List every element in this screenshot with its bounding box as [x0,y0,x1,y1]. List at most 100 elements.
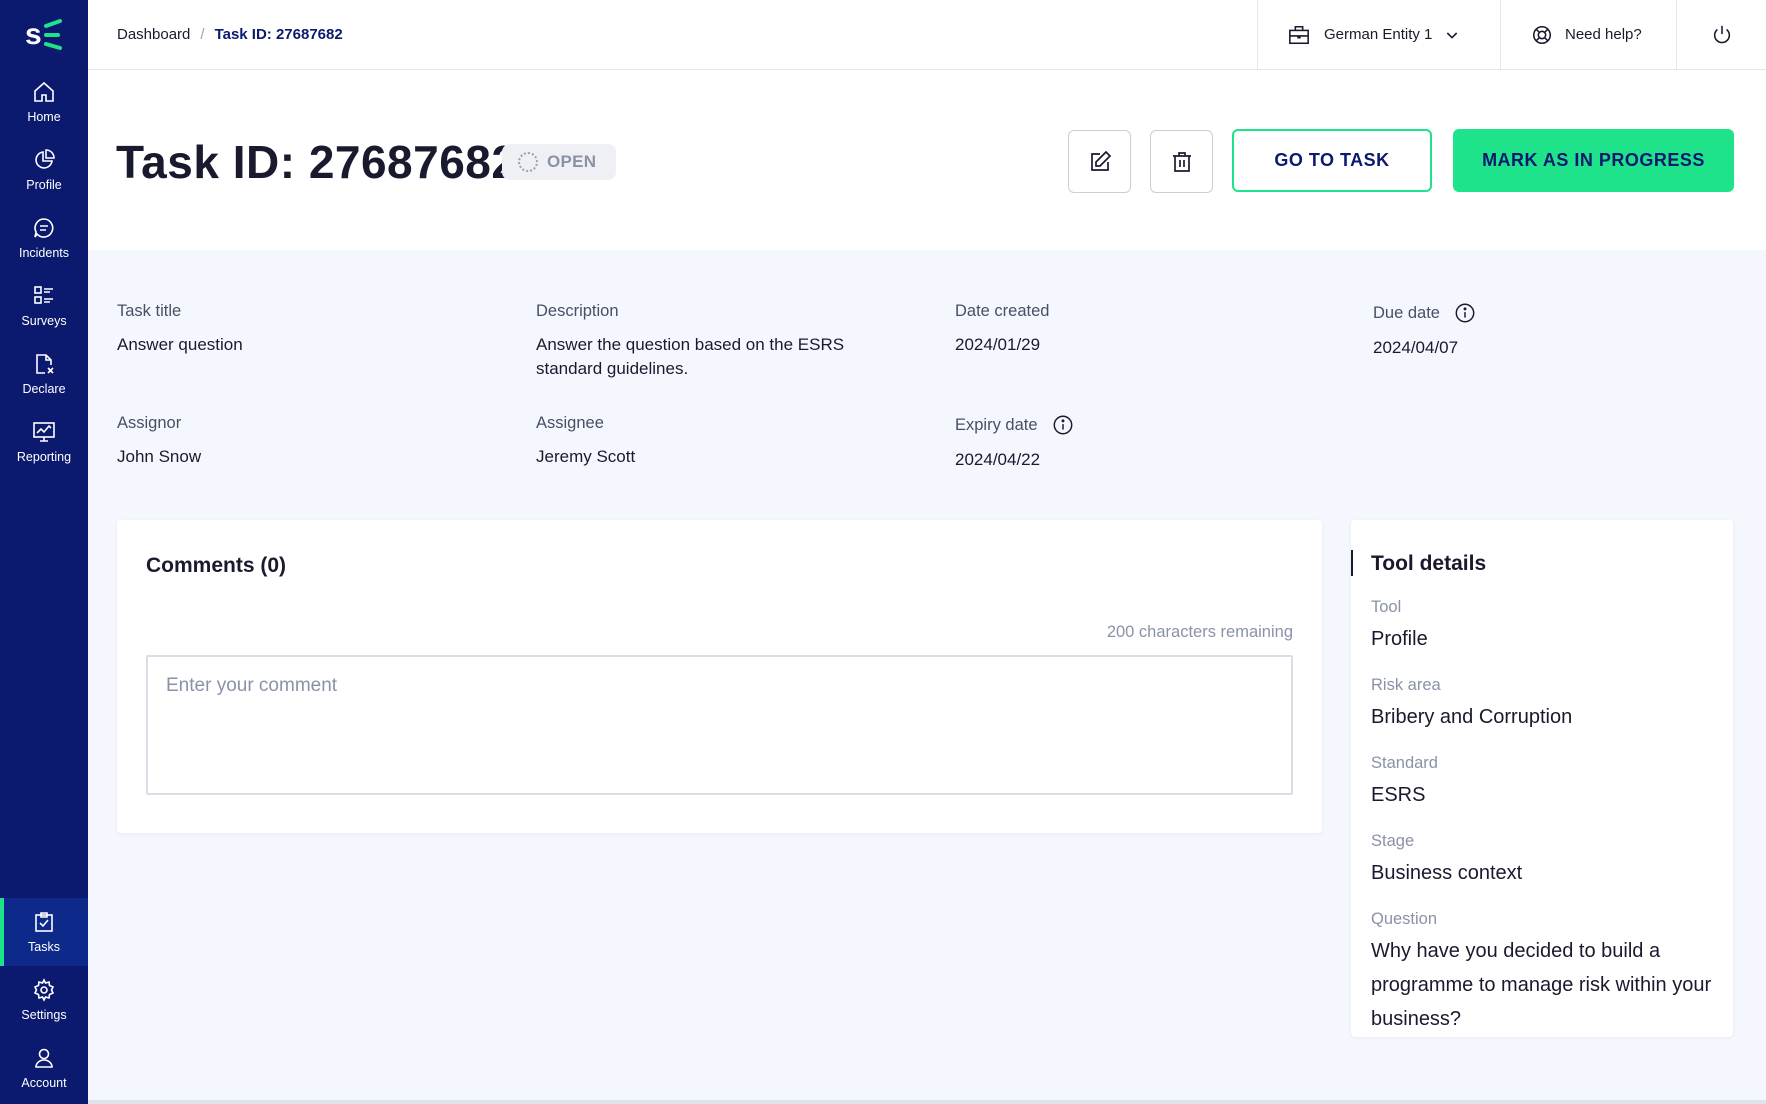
sidebar-item-declare[interactable]: Declare [0,340,88,408]
breadcrumb: Dashboard / Task ID: 27687682 [88,26,1257,43]
sidebar-item-home[interactable]: Home [0,68,88,136]
tool-value: Business context [1371,862,1523,884]
edit-icon [1090,150,1111,171]
tool-details-title: Tool details [1371,552,1487,575]
mark-in-progress-button[interactable]: MARK AS IN PROGRESS [1453,129,1734,192]
sidebar-item-label: Tasks [28,940,60,954]
sidebar: s Home Profile Incidents Surveys Declare… [0,0,88,1104]
tool-details-card: Tool details Tool Profile Risk area Brib… [1351,520,1733,1037]
help-label: Need help? [1565,26,1642,43]
info-icon[interactable] [1454,302,1476,324]
user-icon [35,1048,53,1068]
field-label: Assignor [117,414,182,432]
field-assignor: Assignor John Snow [117,414,477,469]
sidebar-item-label: Home [27,110,61,124]
tool-label: Standard [1371,754,1438,772]
sidebar-item-tasks[interactable]: Tasks [0,898,88,966]
edit-button[interactable] [1068,130,1131,193]
svg-text:s: s [25,18,42,51]
field-label: Task title [117,302,182,320]
due-date-label: Due date [1373,303,1440,322]
field-value: Answer question [117,335,243,354]
bottom-scrollbar-track [88,1100,1766,1104]
tool-value: Profile [1371,628,1428,650]
sidebar-item-label: Surveys [21,314,67,328]
comment-input[interactable] [146,655,1293,795]
tool-row-question: Question Why have you decided to build a… [1371,910,1713,1036]
top-bar: Dashboard / Task ID: 27687682 German Ent… [88,0,1766,70]
sidebar-item-reporting[interactable]: Reporting [0,408,88,476]
field-assignee: Assignee Jeremy Scott [536,414,896,469]
chat-bubble-icon [34,218,54,238]
task-header: Task ID: 27687682 OPEN GO TO TASK MARK A… [88,70,1766,250]
field-date-created: Date created 2024/01/29 [955,302,1315,357]
field-label: Expiry date [955,414,1315,436]
field-label: Due date [1373,302,1733,324]
delete-button[interactable] [1150,130,1213,193]
go-to-task-button[interactable]: GO TO TASK [1232,129,1432,192]
entity-selector[interactable]: German Entity 1 [1257,0,1500,70]
status-label: OPEN [547,152,597,171]
sidebar-item-settings[interactable]: Settings [0,966,88,1034]
lifebuoy-icon [1532,25,1552,44]
tool-row-tool: Tool Profile [1371,598,1713,656]
tool-value: Why have you decided to build a programm… [1371,940,1712,1030]
tool-value: Bribery and Corruption [1371,706,1573,728]
info-icon[interactable] [1052,414,1074,436]
sidebar-item-label: Reporting [16,450,72,464]
tool-label: Stage [1371,832,1415,850]
comments-title: Comments (0) [146,554,287,577]
tool-label: Risk area [1371,676,1441,694]
entity-name: German Entity 1 [1324,26,1433,43]
chevron-down-icon [1447,31,1458,39]
sidebar-item-incidents[interactable]: Incidents [0,204,88,272]
sidebar-item-profile[interactable]: Profile [0,136,88,204]
logo[interactable]: s [0,0,88,68]
breadcrumb-dashboard-link[interactable]: Dashboard [117,26,190,43]
tool-row-risk-area: Risk area Bribery and Corruption [1371,676,1713,734]
document-x-icon [36,354,54,374]
home-icon [34,81,54,102]
gear-icon [33,978,55,1002]
logo-icon: s [25,18,62,51]
field-value: Answer the question based on the ESRS st… [536,335,845,378]
status-badge: OPEN [502,144,617,180]
clipboard-check-icon [35,912,53,932]
checklist-icon [34,286,53,304]
tool-label: Question [1371,910,1438,928]
expiry-date-label: Expiry date [955,415,1038,434]
tool-row-standard: Standard ESRS [1371,754,1713,812]
characters-remaining: 200 characters remaining [1106,623,1293,641]
breadcrumb-separator: / [200,26,205,43]
field-task-title: Task title Answer question [117,302,477,357]
app-root: s Home Profile Incidents Surveys Declare… [0,0,1766,1104]
field-value: John Snow [117,447,202,466]
tool-row-stage: Stage Business context [1371,832,1713,890]
sidebar-item-account[interactable]: Account [0,1034,88,1102]
logout-button[interactable] [1676,0,1766,70]
page-title: Task ID: 27687682 [116,136,518,188]
breadcrumb-current: Task ID: 27687682 [214,26,343,43]
comments-card: Comments (0) 200 characters remaining [117,520,1322,833]
field-value: Jeremy Scott [536,447,636,466]
help-button[interactable]: Need help? [1500,0,1676,70]
sidebar-item-label: Settings [21,1008,67,1022]
sidebar-item-label: Profile [26,178,62,192]
pie-chart-icon [35,149,55,169]
field-description: Description Answer the question based on… [536,302,876,381]
tool-value: ESRS [1371,784,1426,806]
trash-icon [1172,151,1191,172]
field-value: 2024/01/29 [955,335,1041,354]
monitor-chart-icon [33,422,55,442]
sidebar-item-label: Account [21,1076,67,1090]
sidebar-item-label: Incidents [18,246,70,260]
field-expiry-date: Expiry date 2024/04/22 [955,414,1315,472]
spinner-icon [518,152,538,172]
sidebar-item-surveys[interactable]: Surveys [0,272,88,340]
field-value: 2024/04/22 [955,450,1041,469]
power-icon [1713,25,1730,43]
tool-label: Tool [1371,598,1402,616]
field-value: 2024/04/07 [1373,338,1459,357]
field-due-date: Due date 2024/04/07 [1373,302,1733,360]
field-label: Description [536,302,619,320]
